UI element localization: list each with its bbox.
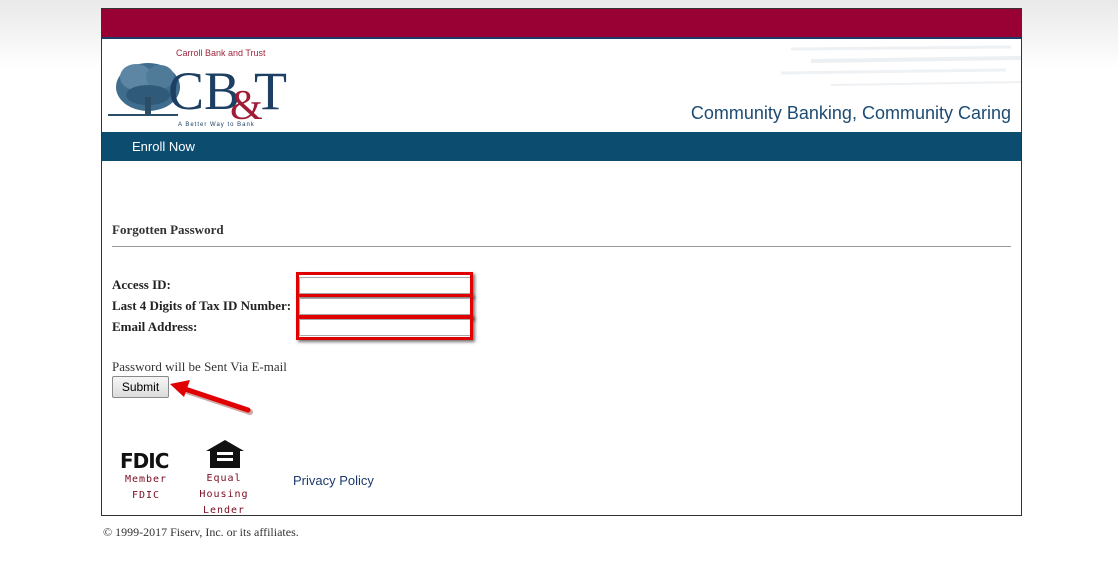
fdic-caption-line: FDIC — [131, 490, 161, 501]
equal-housing-icon — [206, 440, 244, 468]
privacy-policy-link[interactable]: Privacy Policy — [293, 473, 374, 488]
email-address-label: Email Address: — [112, 319, 198, 334]
header-decoration — [780, 45, 1021, 86]
site-header: Carroll Bank and Trust CB & T A Better W… — [102, 39, 1021, 132]
tagline: Community Banking, Community Caring — [690, 103, 1011, 123]
eh-caption-line: Lender — [202, 505, 246, 516]
copyright-text: © 1999-2017 Fiserv, Inc. or its affiliat… — [103, 525, 299, 539]
access-id-input[interactable] — [299, 277, 471, 294]
logo-bottom-text: A Better Way to Bank — [178, 122, 255, 128]
logo-letter-t: T — [254, 61, 287, 121]
divider — [112, 246, 1011, 247]
equal-housing-caption: Equal Housing Lender — [194, 471, 254, 519]
top-bar — [102, 9, 1021, 39]
eh-caption-line: Equal — [206, 473, 242, 484]
email-note: Password will be Sent Via E-mail — [112, 359, 287, 374]
svg-text:FDIC: FDIC — [120, 450, 169, 470]
page-frame: Carroll Bank and Trust CB & T A Better W… — [101, 8, 1022, 516]
fdic-caption-line: Member — [124, 474, 168, 485]
eh-caption-line: Housing — [199, 489, 249, 500]
access-id-label: Access ID: — [112, 277, 171, 292]
email-address-input[interactable] — [299, 319, 471, 336]
enroll-now-link[interactable]: Enroll Now — [132, 139, 195, 154]
nav-bar: Enroll Now — [102, 132, 1021, 161]
fdic-logo-icon: FDIC — [120, 450, 170, 470]
logo-top-text: Carroll Bank and Trust — [176, 48, 266, 58]
tax-id-input[interactable] — [299, 298, 471, 315]
submit-button[interactable]: Submit — [112, 376, 169, 398]
bank-logo[interactable]: Carroll Bank and Trust CB & T A Better W… — [108, 47, 288, 129]
tax-id-label: Last 4 Digits of Tax ID Number: — [112, 298, 292, 313]
red-arrow-annotation — [170, 380, 253, 415]
page-title: Forgotten Password — [112, 222, 224, 237]
fdic-caption: Member FDIC — [116, 472, 176, 504]
